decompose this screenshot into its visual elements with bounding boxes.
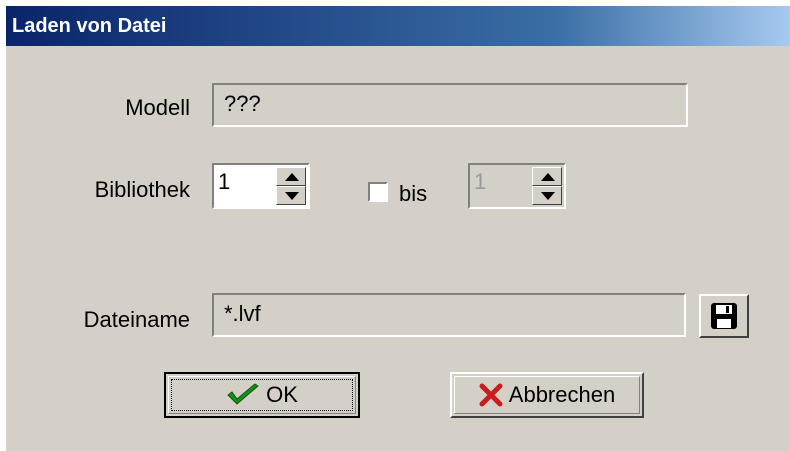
ok-button-content: OK xyxy=(166,374,358,416)
browse-file-button[interactable] xyxy=(699,294,749,338)
window-title: Laden von Datei xyxy=(12,15,167,37)
arrow-up-icon xyxy=(541,173,555,181)
dialog-window xyxy=(4,4,790,451)
bibliothek-to-spinner[interactable]: 1 xyxy=(468,163,566,209)
bibliothek-from-value[interactable]: 1 xyxy=(218,169,230,195)
modell-label: Modell xyxy=(125,95,190,120)
bibliothek-label: Bibliothek xyxy=(94,177,190,202)
floppy-disk-icon xyxy=(711,303,737,329)
ok-button[interactable]: OK xyxy=(164,372,360,418)
bibliothek-from-spinner[interactable]: 1 xyxy=(212,163,310,209)
ok-label: OK xyxy=(266,382,298,407)
title-bar[interactable]: Laden von Datei xyxy=(6,6,790,46)
spin-buttons xyxy=(276,167,306,205)
spin-buttons xyxy=(532,167,562,205)
modell-field[interactable]: ??? xyxy=(212,83,688,127)
cancel-button-content: Abbrechen xyxy=(452,374,642,416)
arrow-down-icon xyxy=(541,192,555,200)
cancel-button[interactable]: Abbrechen xyxy=(450,372,644,418)
arrow-down-icon xyxy=(285,192,299,200)
spin-down-button[interactable] xyxy=(276,186,306,205)
check-icon xyxy=(227,383,259,405)
dateiname-label: Dateiname xyxy=(83,307,190,332)
bis-label: bis xyxy=(399,181,428,206)
arrow-up-icon xyxy=(285,173,299,181)
spin-down-button[interactable] xyxy=(532,186,562,205)
x-icon xyxy=(479,383,503,407)
bis-checkbox[interactable] xyxy=(368,182,388,202)
cancel-label: Abbrechen xyxy=(508,382,616,407)
spin-up-button[interactable] xyxy=(276,167,306,186)
bibliothek-to-value[interactable]: 1 xyxy=(474,169,486,195)
spin-up-button[interactable] xyxy=(532,167,562,186)
dateiname-field[interactable]: *.lvf xyxy=(212,293,686,337)
